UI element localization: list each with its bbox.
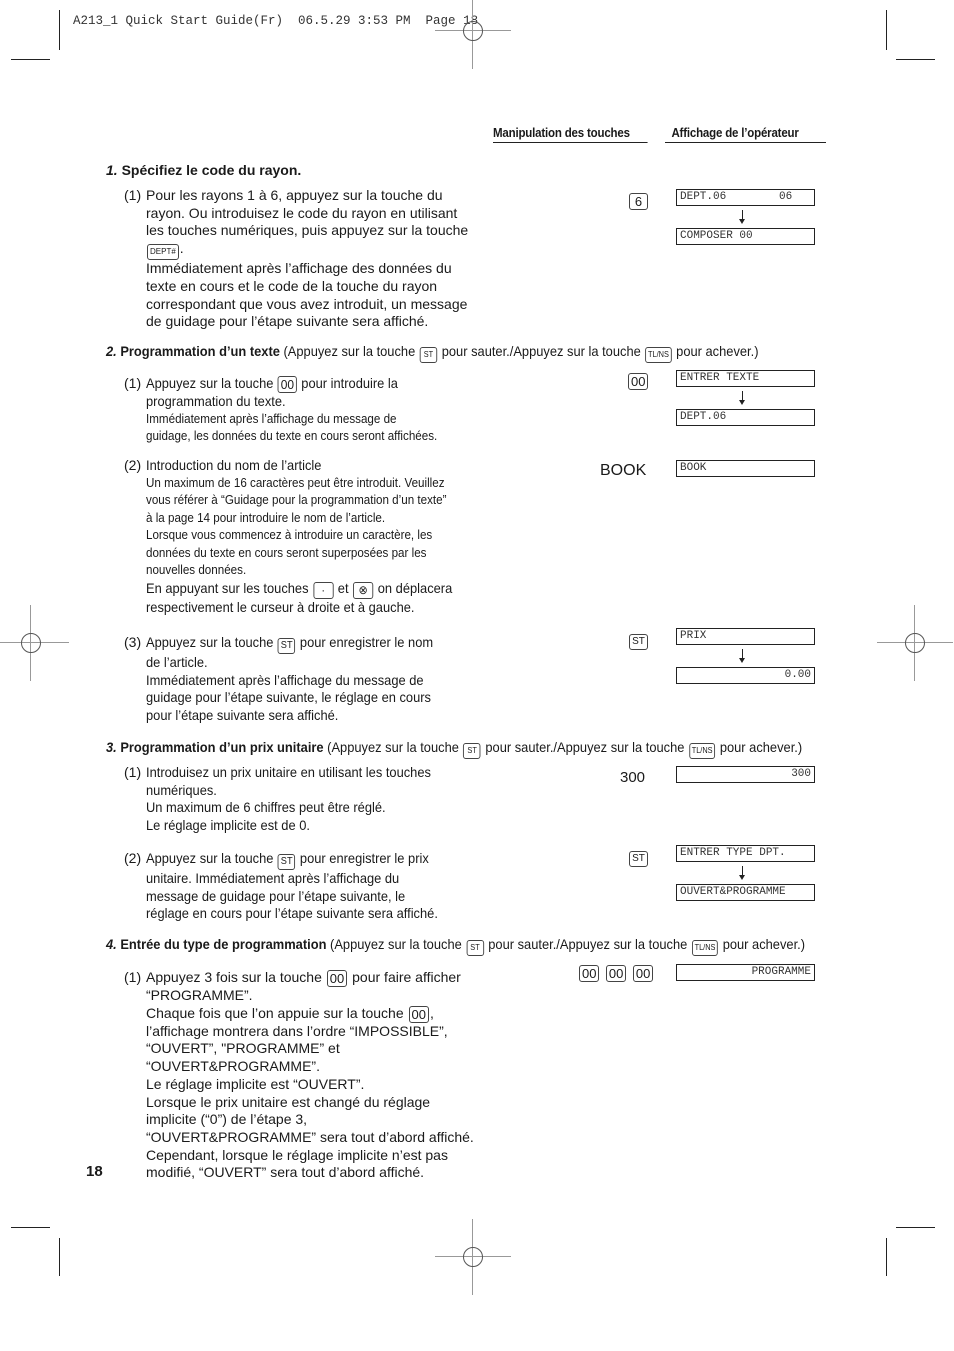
multiply-key-icon: ⊗ <box>353 581 374 599</box>
step-2-item-3-text: Appuyez sur la touche ST pour enregistre… <box>146 634 434 724</box>
step-4-title: 4. Entrée du type de programmation (Appu… <box>106 936 805 956</box>
st-key-icon: ST <box>277 638 296 654</box>
step-3-item-1-text: Introduisez un prix unitaire en utilisan… <box>146 764 431 834</box>
key-00-icon: 00 <box>277 376 297 393</box>
operator-display: COMPOSER 00 <box>676 228 815 245</box>
column-header-keys: Manipulation des touches <box>493 126 653 143</box>
tlns-key-icon: TL/NS <box>688 743 716 759</box>
crop-mark <box>886 10 887 50</box>
st-key-icon: ST <box>628 847 649 867</box>
step-2-title: 2. Programmation d’un texte (Appuyez sur… <box>106 343 758 363</box>
operator-display: 300 <box>676 766 815 783</box>
crop-mark <box>11 59 50 60</box>
crop-mark <box>886 1238 887 1276</box>
operator-display: OUVERT&PROGRAMME <box>676 884 815 901</box>
operator-display: PRIX <box>676 628 815 645</box>
st-key-icon: ST <box>466 940 484 956</box>
st-key-icon: ST <box>463 743 481 759</box>
typed-input: BOOK <box>600 462 647 479</box>
step-3-item-2-text: Appuyez sur la touche ST pour enregistre… <box>146 850 438 922</box>
arrow-down-icon <box>738 210 748 224</box>
step-1-title: 1. Spécifiez le code du rayon. <box>106 162 302 178</box>
print-slug: A213_1 Quick Start Guide(Fr) 06.5.29 3:5… <box>73 14 479 28</box>
key-6-icon: 6 <box>628 192 649 210</box>
registration-mark-bottom <box>435 1219 511 1295</box>
key-00-icon: 00 <box>605 965 627 982</box>
step-2-item-3-label: (3) <box>124 634 142 650</box>
operator-display: PROGRAMME <box>676 964 815 981</box>
key-00-icon: 00 <box>326 970 348 987</box>
step-3-item-1-label: (1) <box>124 764 142 780</box>
key-00-icon: 00 <box>627 372 649 390</box>
step-3-item-2-label: (2) <box>124 850 142 866</box>
step-2-item-2-label: (2) <box>124 457 142 473</box>
arrow-down-icon <box>738 866 748 880</box>
step-2-item-1-text: Appuyez sur la touche 00 pour introduire… <box>146 375 438 444</box>
crop-mark <box>11 1227 50 1228</box>
step-2-item-1-label: (1) <box>124 375 142 391</box>
crop-mark <box>59 10 60 50</box>
st-key-icon: ST <box>628 630 649 650</box>
step-4-item-1-label: (1) <box>124 969 142 985</box>
key-00-icon: 00 <box>579 965 600 982</box>
operator-display: DEPT.06 06 <box>676 189 815 206</box>
operator-display: ENTRER TYPE DPT. <box>676 845 815 862</box>
key-sequence: 00 00 00 <box>578 964 654 982</box>
operator-display: DEPT.06 <box>676 409 815 426</box>
operator-display: ENTRER TEXTE <box>676 370 815 387</box>
key-00-icon: 00 <box>408 1005 429 1023</box>
step-3-title: 3. Programmation d’un prix unitaire (App… <box>106 739 802 759</box>
dot-key-icon: · <box>313 581 334 599</box>
crop-mark <box>896 59 935 60</box>
column-header-display: Affichage de l’opérateur <box>665 126 826 143</box>
arrow-down-icon <box>738 649 748 663</box>
arrow-down-icon <box>738 391 748 405</box>
tlns-key-icon: TL/NS <box>691 940 719 956</box>
step-1-item-1-text: Pour les rayons 1 à 6, appuyez sur la to… <box>146 187 469 330</box>
step-4-item-1-text: Appuyez 3 fois sur la touche 00 pour fai… <box>146 969 474 1181</box>
operator-display: BOOK <box>676 460 815 477</box>
tlns-key-icon: TL/NS <box>645 347 672 363</box>
crop-mark <box>896 1227 935 1228</box>
step-1-item-1-label: (1) <box>124 187 142 203</box>
operator-display: 0.00 <box>676 667 815 684</box>
st-key-icon: ST <box>277 854 296 870</box>
dept-key-icon: DEPT# <box>147 244 179 261</box>
st-key-icon: ST <box>419 347 438 363</box>
registration-mark-top <box>435 0 511 69</box>
crop-mark <box>59 1238 60 1276</box>
registration-mark-left <box>0 605 69 681</box>
typed-input: 300 <box>620 769 646 786</box>
step-2-item-2-text: Introduction du nom de l’article Un maxi… <box>146 457 453 615</box>
page-number: 18 <box>86 1163 103 1180</box>
key-00-icon: 00 <box>632 965 654 982</box>
registration-mark-right <box>877 605 953 681</box>
